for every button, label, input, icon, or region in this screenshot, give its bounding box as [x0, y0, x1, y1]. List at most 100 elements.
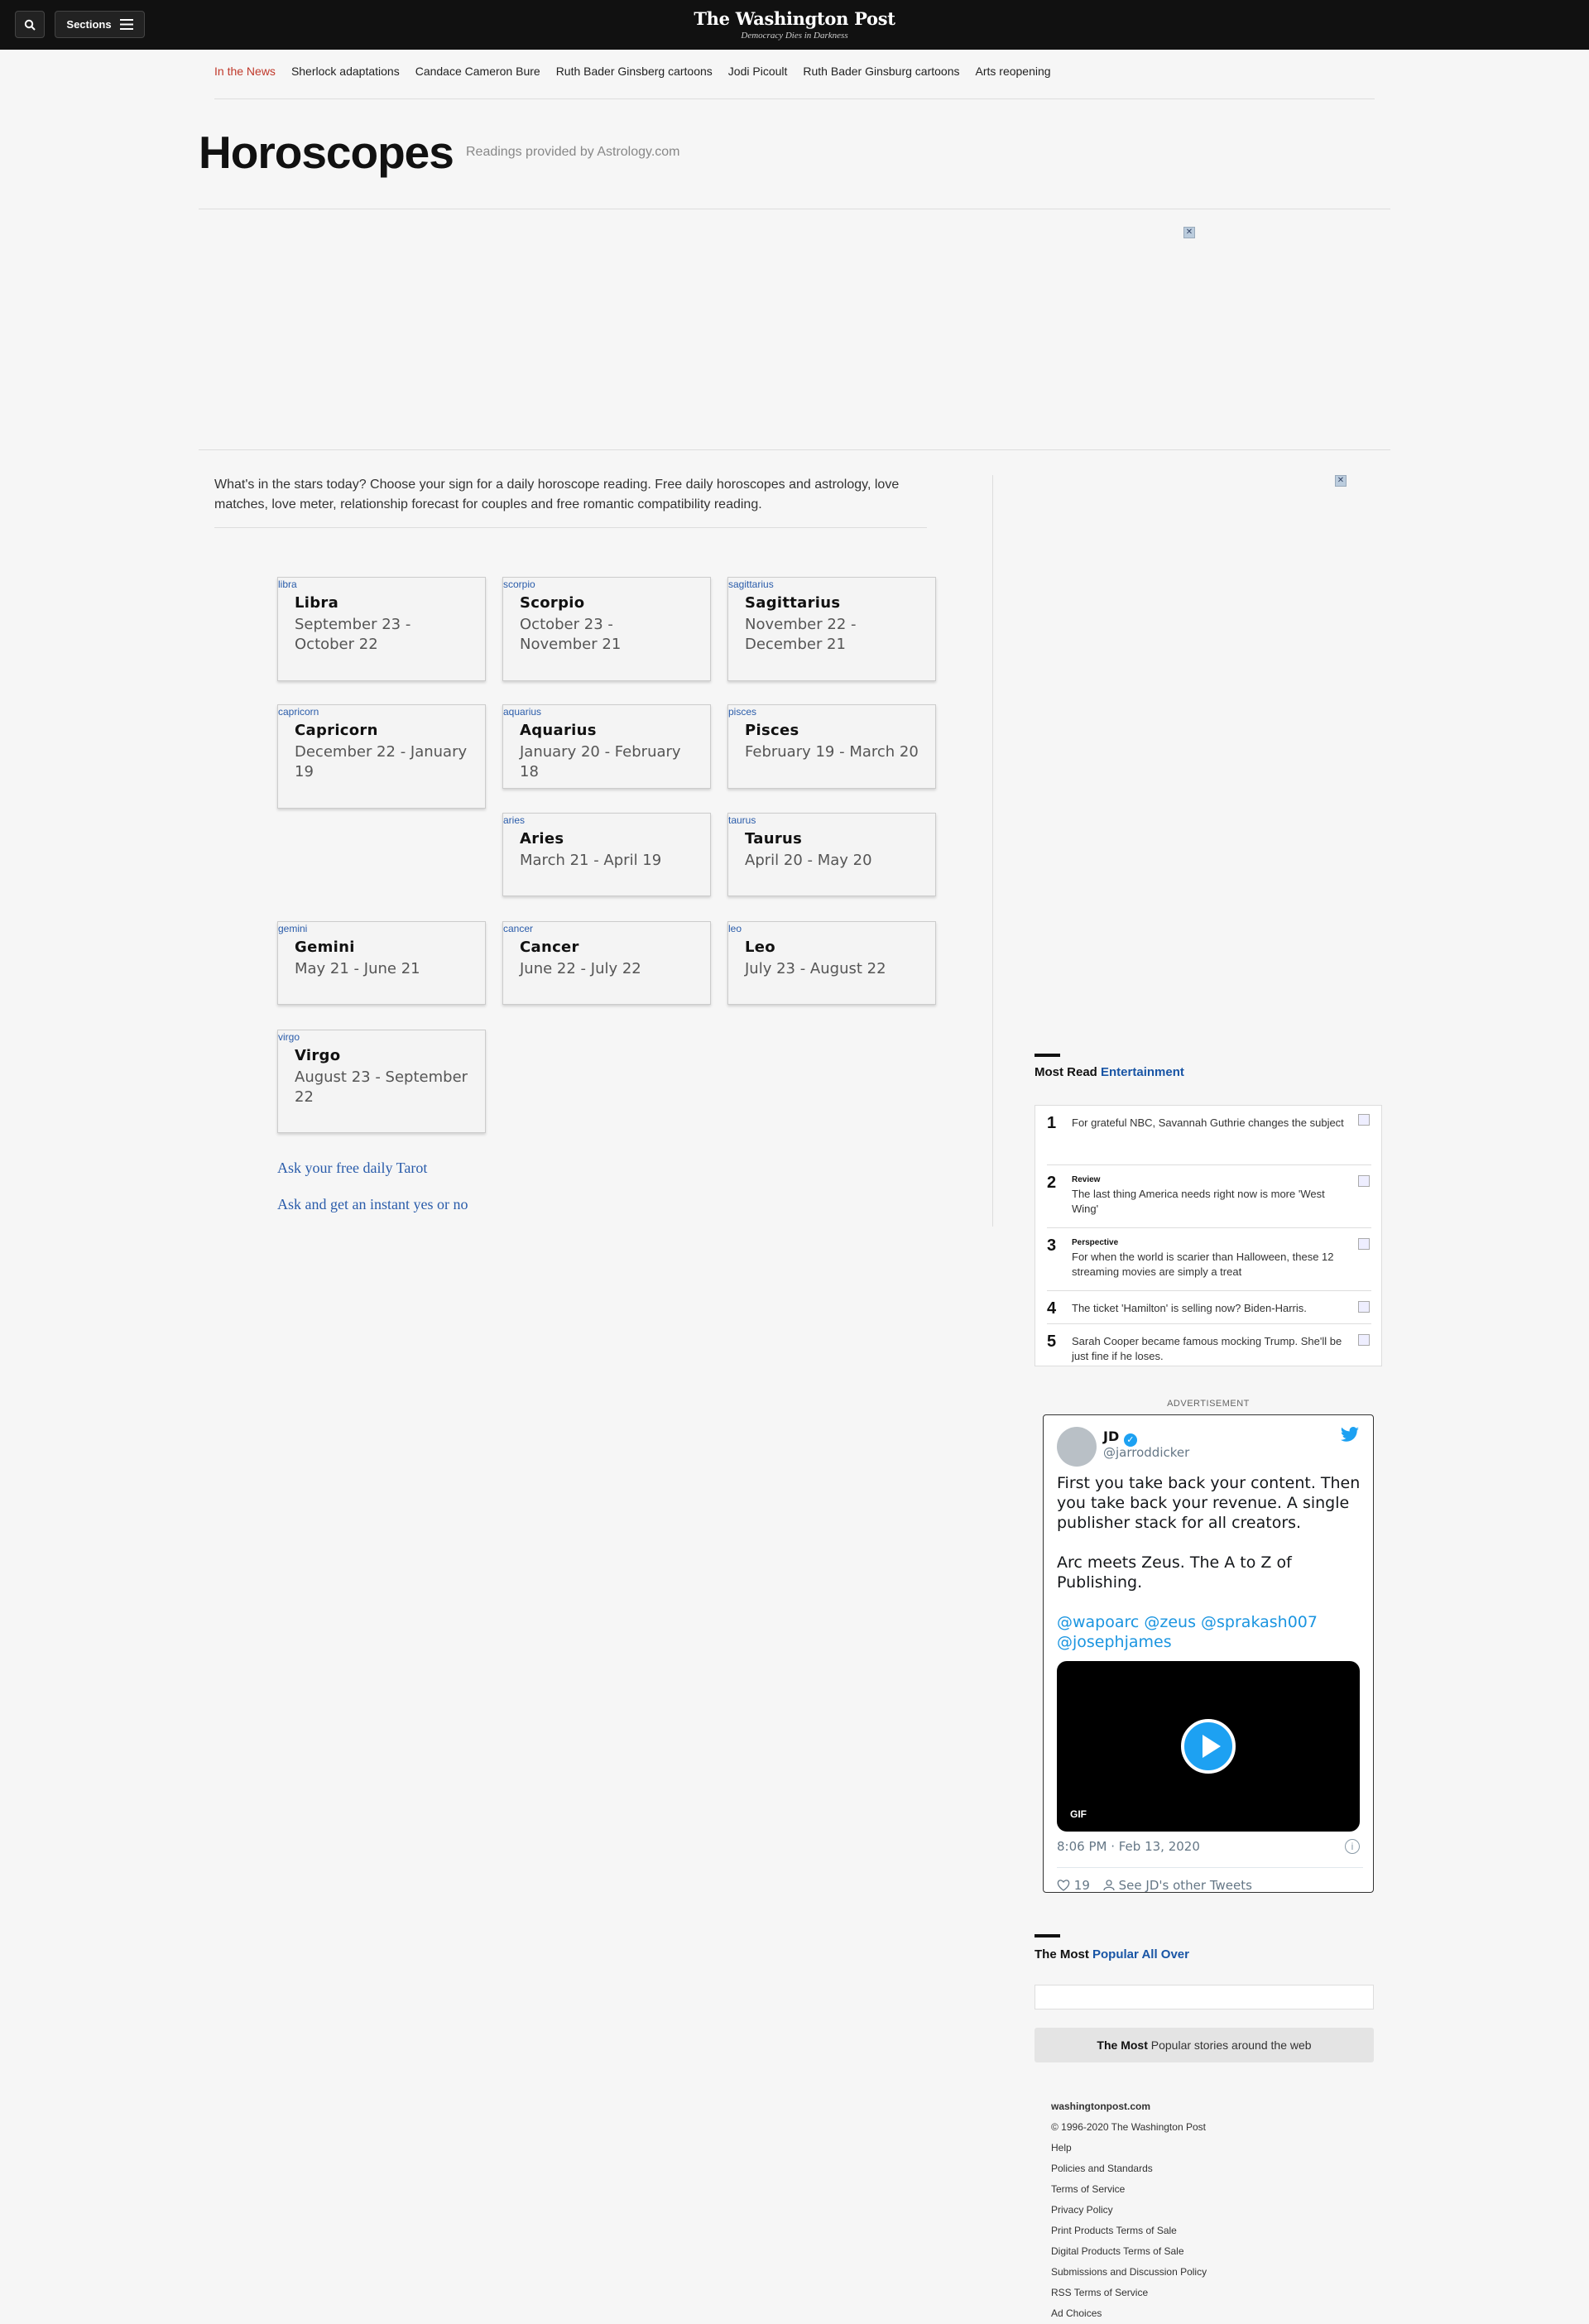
tweet-handle[interactable]: @jarroddicker — [1103, 1445, 1189, 1460]
sign-dates: May 21 - June 21 — [295, 960, 420, 977]
sign-dates: February 19 - March 20 — [745, 743, 919, 761]
rank-number: 1 — [1047, 1114, 1057, 1132]
top-bar: Sections The Washington Post Democracy D… — [0, 0, 1589, 50]
most-read-item[interactable]: 1 For grateful NBC, Savannah Guthrie cha… — [1047, 1114, 1371, 1165]
sign-dates: April 20 - May 20 — [745, 852, 872, 869]
embedded-tweet[interactable]: JD ✓ @jarroddicker First you take back y… — [1043, 1414, 1374, 1893]
sign-card-gemini[interactable]: gemini Gemini May 21 - June 21 — [277, 921, 486, 1005]
most-read-item[interactable]: 5 Sarah Cooper became famous mocking Tru… — [1047, 1324, 1371, 1362]
scorpio-image: scorpio — [503, 579, 535, 590]
search-button[interactable] — [15, 11, 45, 38]
hamburger-icon — [119, 19, 133, 30]
sign-card-cancer[interactable]: cancer Cancer June 22 - July 22 — [502, 921, 711, 1005]
site-logo[interactable]: The Washington Post Democracy Dies in Da… — [629, 8, 960, 41]
news-link[interactable]: Ruth Bader Ginsberg cartoons — [556, 65, 713, 78]
advertisement-label: ADVERTISEMENT — [1167, 1399, 1250, 1409]
popular-bar-text: Popular stories around the web — [1150, 2038, 1312, 2052]
news-link[interactable]: Sherlock adaptations — [291, 65, 400, 78]
gif-badge: GIF — [1070, 1808, 1087, 1820]
popular-stories-bar[interactable]: The Most Popular stories around the web — [1035, 2028, 1374, 2062]
footer-link[interactable]: Terms of Service — [1051, 2179, 1207, 2200]
rank-number: 4 — [1047, 1299, 1057, 1318]
sign-dates: August 23 - September 22 — [295, 1068, 468, 1106]
footer-link[interactable]: Privacy Policy — [1051, 2200, 1207, 2221]
headline: The ticket 'Hamilton' is selling now? Bi… — [1072, 1302, 1307, 1314]
sign-card-pisces[interactable]: pisces Pisces February 19 - March 20 — [727, 704, 936, 789]
aries-image: aries — [503, 814, 526, 826]
play-button[interactable] — [1181, 1719, 1236, 1774]
news-link[interactable]: Candace Cameron Bure — [415, 65, 540, 78]
sign-card-taurus[interactable]: taurus Taurus April 20 - May 20 — [727, 813, 936, 896]
sign-name: Sagittarius — [745, 594, 841, 612]
sign-dates: November 22 - December 21 — [745, 616, 857, 653]
like-count: 19 — [1073, 1878, 1090, 1893]
tarot-link[interactable]: Ask your free daily Tarot — [277, 1160, 427, 1177]
footer-link[interactable]: Print Products Terms of Sale — [1051, 2221, 1207, 2241]
news-link[interactable]: Arts reopening — [976, 65, 1051, 78]
sign-card-libra[interactable]: libra Libra September 23 - October 22 — [277, 577, 486, 681]
leo-image: leo — [728, 923, 742, 934]
play-icon — [1203, 1735, 1221, 1758]
like-action[interactable]: 19 — [1057, 1878, 1090, 1893]
footer-link[interactable]: Policies and Standards — [1051, 2158, 1207, 2179]
tweet-paragraph: Arc meets Zeus. The A to Z of Publishing… — [1057, 1553, 1292, 1592]
most-read-item[interactable]: 4 The ticket 'Hamilton' is selling now? … — [1047, 1291, 1371, 1324]
footer-link[interactable]: Digital Products Terms of Sale — [1051, 2241, 1207, 2262]
column-divider — [992, 475, 993, 1227]
thumbnail-image — [1358, 1301, 1370, 1313]
sign-card-scorpio[interactable]: scorpio Scorpio October 23 - November 21 — [502, 577, 711, 681]
gemini-image: gemini — [278, 923, 308, 934]
footer-site-name: washingtonpost.com — [1051, 2101, 1150, 2112]
news-link[interactable]: Ruth Bader Ginsburg cartoons — [803, 65, 959, 78]
info-icon[interactable]: i — [1345, 1839, 1360, 1854]
headline: For when the world is scarier than Hallo… — [1072, 1251, 1334, 1278]
footer-link[interactable]: Submissions and Discussion Policy — [1051, 2262, 1207, 2283]
sign-card-aquarius[interactable]: aquarius Aquarius January 20 - February … — [502, 704, 711, 789]
heart-icon — [1057, 1880, 1070, 1891]
tweet-body: First you take back your content. Then y… — [1057, 1473, 1363, 1672]
logo-tagline: Democracy Dies in Darkness — [741, 31, 848, 41]
sections-label: Sections — [66, 18, 112, 31]
tweet-author[interactable]: JD ✓ — [1103, 1428, 1137, 1447]
sign-card-virgo[interactable]: virgo Virgo August 23 - September 22 — [277, 1030, 486, 1133]
rank-number: 5 — [1047, 1332, 1057, 1351]
news-link[interactable]: Jodi Picoult — [728, 65, 788, 78]
sign-dates: January 20 - February 18 — [520, 743, 681, 780]
author-name: JD — [1103, 1428, 1120, 1444]
taurus-image: taurus — [728, 814, 756, 826]
ad-close-icon[interactable]: ✕ — [1335, 475, 1347, 487]
tweet-date[interactable]: 8:06 PM · Feb 13, 2020 — [1057, 1839, 1200, 1854]
footer-link[interactable]: Help — [1051, 2138, 1207, 2158]
other-tweets-link[interactable]: See JD's other Tweets — [1103, 1878, 1252, 1893]
page-subtitle: Readings provided by Astrology.com — [466, 145, 680, 159]
sign-card-capricorn[interactable]: capricorn Capricorn December 22 - Januar… — [277, 704, 486, 809]
sign-dates: September 23 - October 22 — [295, 616, 411, 653]
capricorn-image: capricorn — [278, 706, 319, 718]
tweet-media[interactable]: GIF — [1057, 1661, 1360, 1832]
sign-name: Virgo — [295, 1047, 341, 1064]
search-icon — [24, 19, 36, 31]
twitter-bird-icon[interactable] — [1340, 1427, 1360, 1443]
tweet-mentions[interactable]: @wapoarc @zeus @sprakash007 @josephjames — [1057, 1612, 1363, 1652]
avatar[interactable] — [1057, 1427, 1097, 1467]
libra-image: libra — [278, 579, 297, 590]
footer-link[interactable]: RSS Terms of Service — [1051, 2283, 1207, 2303]
kicker: Perspective — [1072, 1238, 1119, 1247]
sign-name: Libra — [295, 594, 339, 612]
most-read-item[interactable]: 2 Review The last thing America needs ri… — [1047, 1165, 1371, 1228]
kicker: Review — [1072, 1175, 1101, 1184]
aquarius-image: aquarius — [503, 706, 542, 718]
sign-card-leo[interactable]: leo Leo July 23 - August 22 — [727, 921, 936, 1005]
other-tweets-label: See JD's other Tweets — [1118, 1878, 1252, 1893]
sign-name: Scorpio — [520, 594, 585, 612]
ad-close-icon[interactable]: ✕ — [1183, 227, 1195, 238]
logo-name: The Washington Post — [694, 8, 895, 29]
sign-card-aries[interactable]: aries Aries March 21 - April 19 — [502, 813, 711, 896]
sections-button[interactable]: Sections — [55, 11, 145, 38]
sign-name: Aquarius — [520, 722, 597, 739]
most-read-item[interactable]: 3 Perspective For when the world is scar… — [1047, 1228, 1371, 1291]
sign-card-sagittarius[interactable]: sagittarius Sagittarius November 22 - De… — [727, 577, 936, 681]
divider — [199, 449, 1390, 450]
most-read-section-link[interactable]: Entertainment — [1101, 1065, 1184, 1079]
yes-no-link[interactable]: Ask and get an instant yes or no — [277, 1196, 468, 1213]
